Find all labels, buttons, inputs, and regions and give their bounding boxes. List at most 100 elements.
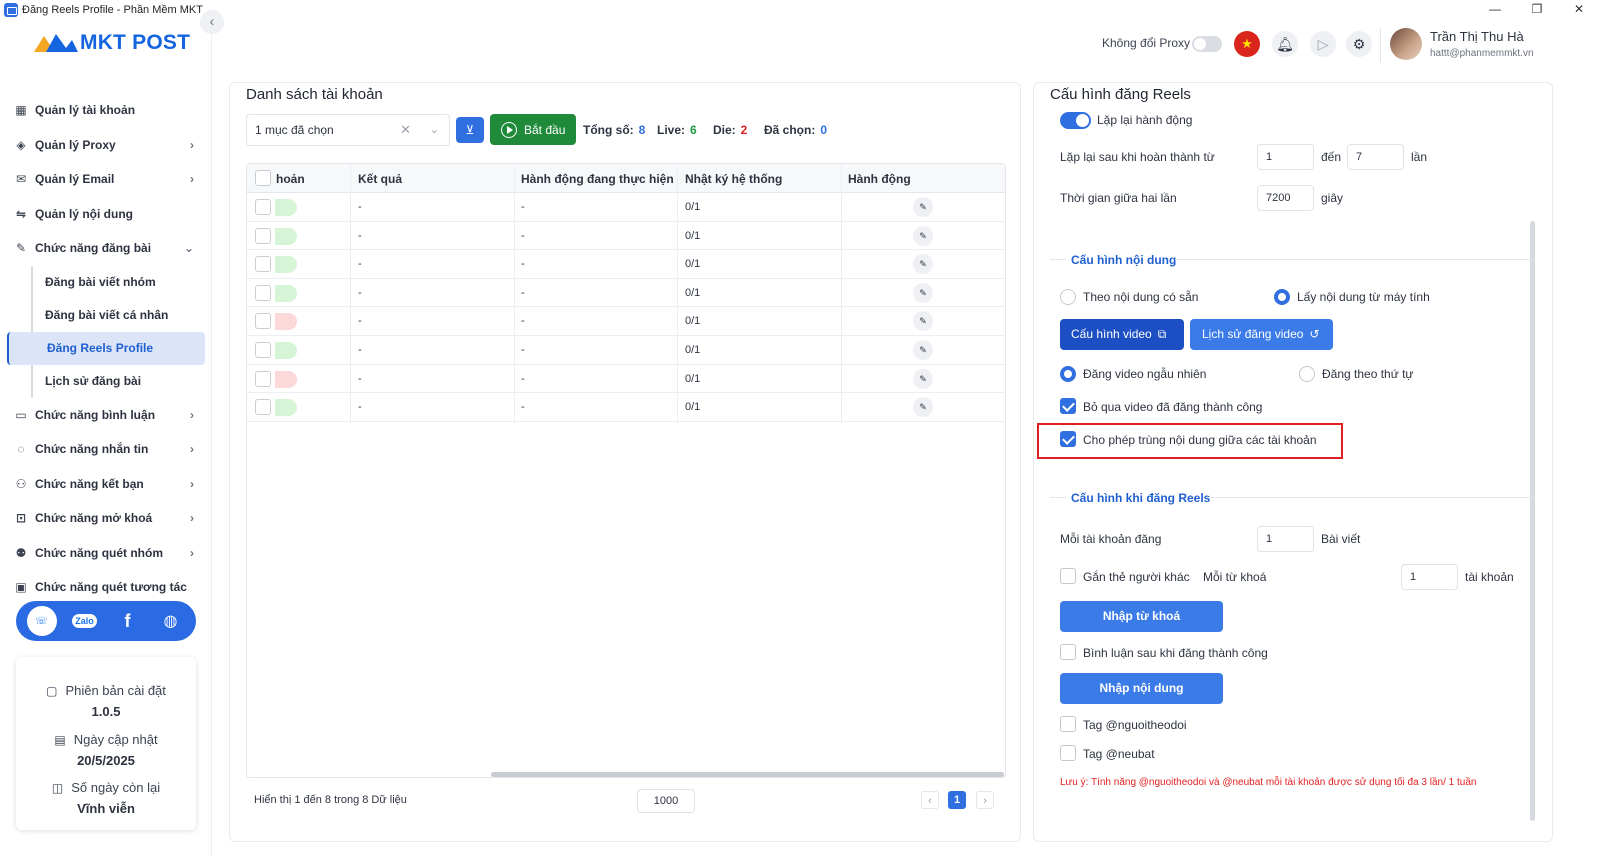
- comment-after-checkbox[interactable]: [1060, 644, 1076, 660]
- sidebar-menu: ▦ Quản lý tài khoản ◈ Quản lý Proxy › ✉ Quản…: [7, 93, 205, 605]
- sidebar-item-comment[interactable]: ▭ Chức năng bình luận ›: [7, 398, 205, 433]
- repeat-from-input[interactable]: 1: [1257, 144, 1314, 170]
- edit-action-icon[interactable]: ✎: [913, 282, 933, 303]
- play-icon[interactable]: ▷: [1310, 31, 1336, 57]
- repeat-toggle[interactable]: [1060, 112, 1091, 129]
- sidebar-item-accounts[interactable]: ▦ Quản lý tài khoản: [7, 93, 205, 128]
- col-actions[interactable]: Hành động: [848, 172, 911, 186]
- tag-others-checkbox[interactable]: [1060, 568, 1076, 584]
- sidebar-item-message[interactable]: ◌ Chức năng nhắn tin ›: [7, 432, 205, 467]
- vertical-scrollbar[interactable]: [1530, 221, 1535, 821]
- sidebar-item-posting[interactable]: ✎ Chức năng đăng bài ⌄: [7, 231, 205, 266]
- gear-icon[interactable]: ⚙: [1346, 31, 1372, 57]
- per-keyword-input[interactable]: 1: [1401, 564, 1458, 590]
- sequential-order-radio[interactable]: [1299, 366, 1315, 382]
- row-checkbox[interactable]: [255, 199, 271, 215]
- sidebar-item-proxy[interactable]: ◈ Quản lý Proxy ›: [7, 128, 205, 163]
- content-icon: ⇋: [15, 206, 27, 221]
- sidebar-subitem-reels-profile[interactable]: Đăng Reels Profile: [7, 331, 205, 365]
- row-checkbox[interactable]: [255, 313, 271, 330]
- skip-posted-checkbox[interactable]: [1060, 398, 1076, 414]
- row-checkbox[interactable]: [255, 227, 271, 244]
- sidebar-subitem-personal-post[interactable]: Đăng bài viết cá nhân: [31, 298, 205, 332]
- window-titlebar: Đăng Reels Profile - Phần Mềm MKT — ❐ ✕: [0, 0, 1600, 20]
- content-existing-radio[interactable]: [1060, 289, 1076, 305]
- posts-label: Bài viết: [1321, 532, 1361, 546]
- col-result[interactable]: Kết quả: [358, 172, 402, 186]
- sidebar-item-content[interactable]: ⇋ Quản lý nội dung: [7, 197, 205, 232]
- random-order-radio[interactable]: [1060, 366, 1076, 382]
- facebook-icon[interactable]: f: [113, 606, 143, 636]
- account-select[interactable]: 1 mục đã chọn ✕ ⌄: [246, 114, 450, 146]
- page-1-button[interactable]: 1: [948, 791, 966, 809]
- col-current-action[interactable]: Hành động đang thực hiện: [521, 172, 674, 186]
- proxy-toggle[interactable]: [1192, 36, 1222, 52]
- select-all-checkbox[interactable]: [255, 170, 271, 186]
- row-checkbox[interactable]: [255, 342, 271, 358]
- row-checkbox[interactable]: [255, 399, 271, 416]
- bell-icon[interactable]: 🔔︎: [1272, 31, 1298, 57]
- die-value: 2: [740, 123, 748, 137]
- comment-after-label: Bình luận sau khi đăng thành công: [1083, 646, 1268, 660]
- edit-action-icon[interactable]: ✎: [913, 225, 933, 246]
- log-cell: 0/1: [685, 286, 701, 299]
- horizontal-scrollbar[interactable]: [491, 772, 1004, 777]
- repeat-to-input[interactable]: 7: [1347, 144, 1404, 170]
- sidebar-item-scan-interaction[interactable]: ▣ Chức năng quét tương tác: [7, 570, 205, 605]
- col-account[interactable]: hoản: [276, 172, 305, 186]
- edit-action-icon[interactable]: ✎: [913, 397, 933, 418]
- table-row[interactable]: - - 0/1 ✎: [247, 193, 1005, 222]
- per-account-input[interactable]: 1: [1257, 526, 1314, 552]
- table-row[interactable]: - - 0/1 ✎: [247, 393, 1005, 422]
- next-page-button[interactable]: ›: [976, 791, 994, 809]
- edit-action-icon[interactable]: ✎: [913, 254, 933, 275]
- chevron-down-icon[interactable]: ⌄: [430, 115, 439, 145]
- sidebar-item-friend[interactable]: ⚇ Chức năng kết bạn ›: [7, 467, 205, 502]
- edit-action-icon[interactable]: ✎: [913, 197, 933, 217]
- tag-follower-checkbox[interactable]: [1060, 716, 1076, 732]
- collapse-sidebar-button[interactable]: ‹: [200, 10, 224, 34]
- start-button[interactable]: Bắt đầu: [490, 114, 576, 145]
- support-icon[interactable]: ☏: [26, 606, 57, 636]
- col-system-log[interactable]: Nhật ký hệ thống: [685, 172, 782, 186]
- table-row[interactable]: - - 0/1 ✎: [247, 365, 1005, 394]
- allow-duplicate-checkbox[interactable]: [1060, 431, 1076, 447]
- row-checkbox[interactable]: [255, 256, 271, 273]
- sidebar-item-label: Chức năng đăng bài: [35, 241, 152, 256]
- sidebar-subitem-post-history[interactable]: Lịch sử đăng bài: [31, 364, 205, 398]
- table-row[interactable]: - - 0/1 ✎: [247, 279, 1005, 308]
- edit-action-icon[interactable]: ✎: [913, 311, 933, 332]
- close-button[interactable]: ✕: [1558, 0, 1600, 20]
- table-row[interactable]: - - 0/1 ✎: [247, 250, 1005, 279]
- row-checkbox[interactable]: [255, 284, 271, 301]
- language-flag-icon[interactable]: ★: [1234, 31, 1260, 57]
- prev-page-button[interactable]: ‹: [921, 791, 939, 809]
- edit-action-icon[interactable]: ✎: [913, 340, 933, 360]
- video-history-button[interactable]: Lịch sử đăng video ↺: [1190, 319, 1333, 350]
- sidebar-subitem-group-post[interactable]: Đăng bài viết nhóm: [31, 265, 205, 299]
- edit-action-icon[interactable]: ✎: [913, 368, 933, 389]
- table-row[interactable]: - - 0/1 ✎: [247, 222, 1005, 251]
- row-checkbox[interactable]: [255, 370, 271, 387]
- globe-icon[interactable]: ◍: [156, 606, 186, 636]
- sidebar-item-email[interactable]: ✉ Quản lý Email ›: [7, 162, 205, 197]
- tag-friend-checkbox[interactable]: [1060, 745, 1076, 761]
- import-content-button[interactable]: Nhập nội dung: [1060, 673, 1223, 704]
- sidebar-item-unlock[interactable]: ⊡ Chức năng mở khoá ›: [7, 501, 205, 536]
- interval-input[interactable]: 7200: [1257, 185, 1314, 211]
- filter-clear-button[interactable]: ⊻: [456, 117, 484, 143]
- avatar[interactable]: [1390, 28, 1422, 60]
- video-config-button[interactable]: Cấu hình video ⧉: [1060, 319, 1184, 350]
- import-keywords-button[interactable]: Nhập từ khoá: [1060, 601, 1223, 632]
- table-row[interactable]: - - 0/1 ✎: [247, 336, 1005, 365]
- page-size-select[interactable]: 1000: [637, 789, 695, 813]
- clear-icon[interactable]: ✕: [400, 115, 411, 145]
- content-computer-radio[interactable]: [1274, 289, 1290, 305]
- zalo-icon[interactable]: Zalo: [70, 606, 100, 636]
- maximize-button[interactable]: ❐: [1516, 0, 1558, 20]
- sidebar-item-scan-group[interactable]: ⚉ Chức năng quét nhóm ›: [7, 536, 205, 571]
- table-row[interactable]: - - 0/1 ✎: [247, 307, 1005, 336]
- log-cell: 0/1: [685, 201, 701, 213]
- minimize-button[interactable]: —: [1474, 0, 1516, 20]
- divider: [1380, 28, 1381, 62]
